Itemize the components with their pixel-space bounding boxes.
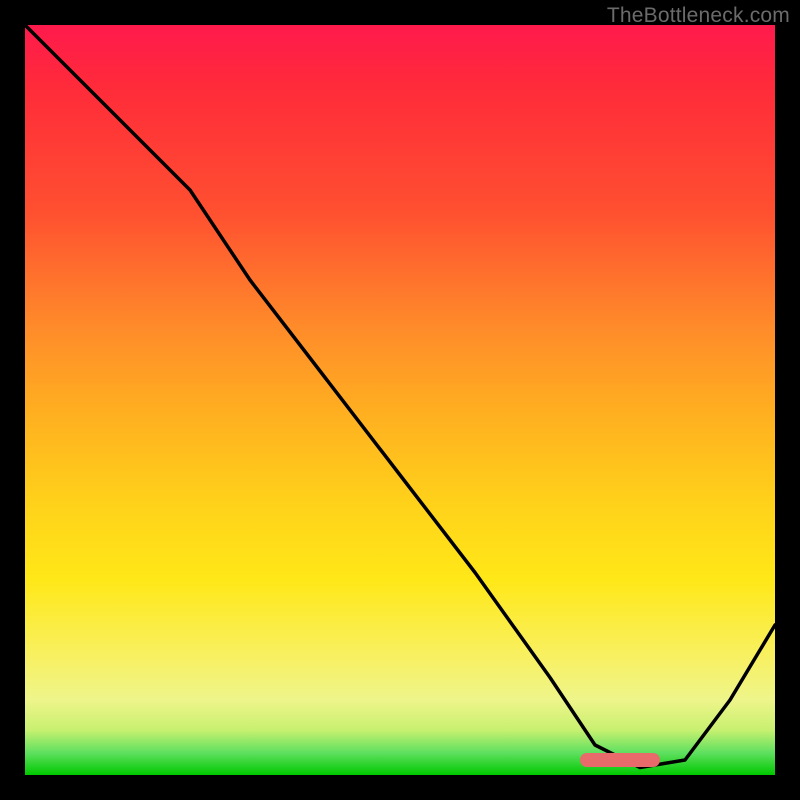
bottleneck-curve: [25, 25, 775, 775]
curve-path: [25, 25, 775, 768]
optimal-marker: [580, 753, 660, 767]
chart-frame: [25, 25, 775, 775]
